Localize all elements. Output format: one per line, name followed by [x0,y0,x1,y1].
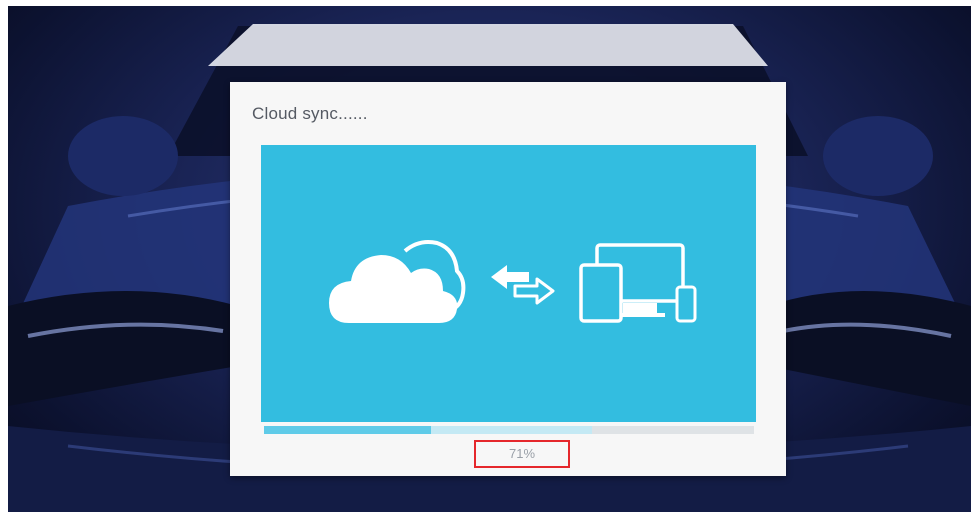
sync-arrows-icon [491,265,555,305]
sync-progress-bar [264,426,754,434]
progress-percent-label: 71% [474,440,570,468]
devices-icon [579,243,697,323]
progress-fill [264,426,431,434]
dialog-title: Cloud sync...... [252,104,368,123]
car-wallpaper-background: Cloud sync...... 71% [8,6,971,512]
cloud-icon [329,240,466,323]
cloud-sync-dialog: Cloud sync...... 71% [230,82,786,476]
sync-illustration-panel [261,145,756,422]
